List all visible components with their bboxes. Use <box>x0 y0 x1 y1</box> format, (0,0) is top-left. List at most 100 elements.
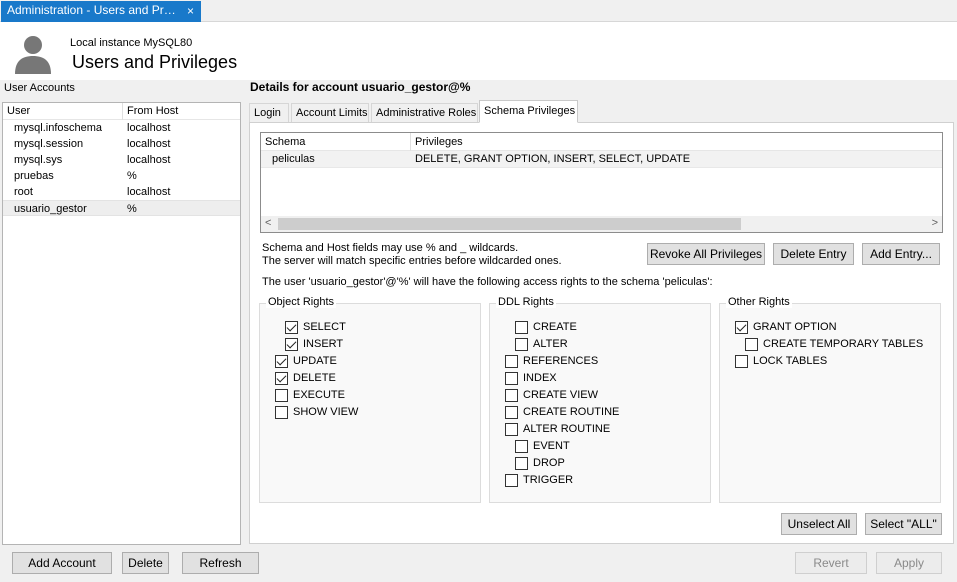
checkbox-box <box>505 406 518 419</box>
select-checkbox[interactable]: SELECT <box>285 321 346 334</box>
checkbox-label: TRIGGER <box>523 474 574 486</box>
column-header-schema[interactable]: Schema <box>265 136 305 148</box>
checkbox-label: INSERT <box>303 338 344 350</box>
select-all-button[interactable]: Select "ALL" <box>865 513 942 535</box>
checkbox-box <box>515 321 528 334</box>
tab-login[interactable]: Login <box>249 103 289 123</box>
scrollbar-thumb[interactable] <box>278 218 741 230</box>
alter-routine-checkbox[interactable]: ALTER ROUTINE <box>505 423 610 436</box>
ddl-rights-group: DDL Rights CREATE ALTER REFERENCES INDEX… <box>489 296 711 503</box>
create-view-checkbox[interactable]: CREATE VIEW <box>505 389 598 402</box>
account-host: % <box>127 203 137 215</box>
checkbox-label: CREATE <box>533 321 577 333</box>
checkbox-box <box>505 474 518 487</box>
account-row[interactable]: mysql.sys localhost <box>3 152 240 168</box>
checkbox-box <box>275 389 288 402</box>
column-divider <box>122 103 123 120</box>
refresh-button[interactable]: Refresh <box>182 552 259 574</box>
account-row[interactable]: root localhost <box>3 184 240 200</box>
scroll-right-icon[interactable]: > <box>932 217 938 229</box>
schema-row[interactable]: peliculas DELETE, GRANT OPTION, INSERT, … <box>261 151 942 168</box>
close-tab-icon[interactable]: × <box>187 4 194 18</box>
instance-label: Local instance MySQL80 <box>70 37 193 49</box>
checkbox-label: CREATE TEMPORARY TABLES <box>763 338 924 350</box>
create-temporary-tables-checkbox[interactable]: CREATE TEMPORARY TABLES <box>745 338 923 351</box>
horizontal-scrollbar[interactable]: < > <box>261 216 942 232</box>
revert-button[interactable]: Revert <box>795 552 867 574</box>
schema-table-header: Schema Privileges <box>261 133 942 151</box>
trigger-checkbox[interactable]: TRIGGER <box>505 474 573 487</box>
unselect-all-button[interactable]: Unselect All <box>781 513 857 535</box>
tab-schema-privileges[interactable]: Schema Privileges <box>479 100 578 123</box>
tab-administrative-roles[interactable]: Administrative Roles <box>371 103 478 123</box>
checkbox-label: REFERENCES <box>523 355 599 367</box>
details-title: Details for account usuario_gestor@% <box>250 80 471 94</box>
column-header-from-host[interactable]: From Host <box>127 105 178 117</box>
page-header: Local instance MySQL80 Users and Privile… <box>0 22 957 80</box>
account-row[interactable]: mysql.session localhost <box>3 136 240 152</box>
object-rights-title: Object Rights <box>266 296 337 308</box>
account-host: localhost <box>127 154 171 166</box>
checkbox-box <box>515 440 528 453</box>
account-host: % <box>127 170 137 182</box>
ddl-rights-title: DDL Rights <box>496 296 556 308</box>
checkbox-box <box>505 389 518 402</box>
account-row[interactable]: pruebas % <box>3 168 240 184</box>
account-user: usuario_gestor <box>14 203 87 215</box>
account-host: localhost <box>127 186 171 198</box>
scroll-left-icon[interactable]: < <box>265 217 271 229</box>
account-row-selected[interactable]: usuario_gestor % <box>3 200 240 216</box>
user-accounts-list[interactable]: User From Host mysql.infoschema localhos… <box>2 102 241 545</box>
account-host: localhost <box>127 138 171 150</box>
create-routine-checkbox[interactable]: CREATE ROUTINE <box>505 406 619 419</box>
checkbox-label: INDEX <box>523 372 557 384</box>
other-rights-title: Other Rights <box>726 296 792 308</box>
column-header-user[interactable]: User <box>7 105 30 117</box>
access-rights-note: The user 'usuario_gestor'@'%' will have … <box>262 276 713 288</box>
checkbox-label: CREATE ROUTINE <box>523 406 620 418</box>
checkbox-label: DELETE <box>293 372 336 384</box>
column-divider <box>410 133 411 151</box>
revoke-all-privileges-button[interactable]: Revoke All Privileges <box>647 243 765 265</box>
tab-account-limits[interactable]: Account Limits <box>291 103 369 123</box>
delete-entry-button[interactable]: Delete Entry <box>773 243 854 265</box>
delete-account-button[interactable]: Delete <box>122 552 169 574</box>
checkbox-label: GRANT OPTION <box>753 321 837 333</box>
update-checkbox[interactable]: UPDATE <box>275 355 337 368</box>
execute-checkbox[interactable]: EXECUTE <box>275 389 345 402</box>
user-accounts-label: User Accounts <box>4 82 75 94</box>
tab-administration-users[interactable]: Administration - Users and Privil... × <box>1 1 201 22</box>
schema-privileges-table[interactable]: Schema Privileges peliculas DELETE, GRAN… <box>260 132 943 233</box>
create-checkbox[interactable]: CREATE <box>515 321 577 334</box>
drop-checkbox[interactable]: DROP <box>515 457 565 470</box>
event-checkbox[interactable]: EVENT <box>515 440 570 453</box>
tab-title: Administration - Users and Privil... <box>7 3 177 17</box>
column-header-privileges[interactable]: Privileges <box>415 136 463 148</box>
add-entry-button[interactable]: Add Entry... <box>862 243 940 265</box>
checkbox-label: DROP <box>533 457 565 469</box>
checkbox-label: CREATE VIEW <box>523 389 598 401</box>
add-account-button[interactable]: Add Account <box>12 552 112 574</box>
checkbox-label: SHOW VIEW <box>293 406 359 418</box>
schema-name: peliculas <box>272 153 315 165</box>
delete-checkbox[interactable]: DELETE <box>275 372 336 385</box>
alter-checkbox[interactable]: ALTER <box>515 338 568 351</box>
grant-option-checkbox[interactable]: GRANT OPTION <box>735 321 837 334</box>
checkbox-box <box>505 372 518 385</box>
lock-tables-checkbox[interactable]: LOCK TABLES <box>735 355 827 368</box>
apply-button[interactable]: Apply <box>876 552 942 574</box>
index-checkbox[interactable]: INDEX <box>505 372 557 385</box>
account-host: localhost <box>127 122 171 134</box>
checkbox-box <box>735 355 748 368</box>
checkbox-box <box>515 457 528 470</box>
checkbox-box <box>285 321 298 334</box>
account-row[interactable]: mysql.infoschema localhost <box>3 120 240 136</box>
references-checkbox[interactable]: REFERENCES <box>505 355 598 368</box>
account-user: mysql.session <box>14 138 84 150</box>
checkbox-box <box>275 372 288 385</box>
show-view-checkbox[interactable]: SHOW VIEW <box>275 406 358 419</box>
account-user: root <box>14 186 33 198</box>
insert-checkbox[interactable]: INSERT <box>285 338 343 351</box>
checkbox-label: EXECUTE <box>293 389 345 401</box>
checkbox-box <box>275 355 288 368</box>
